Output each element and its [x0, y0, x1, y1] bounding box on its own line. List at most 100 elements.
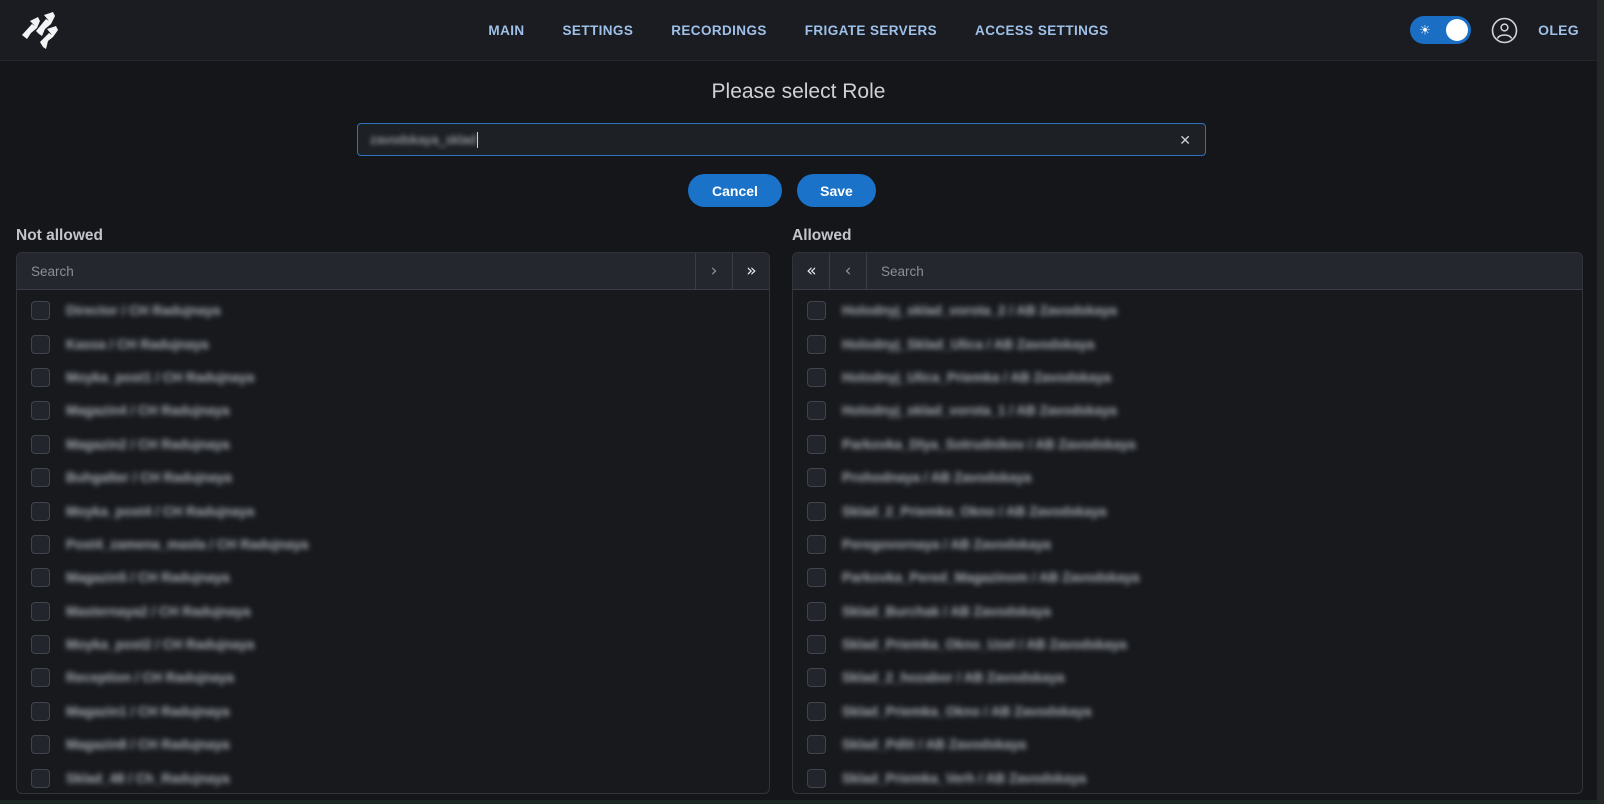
- list-item: Kassa / CH Radujnaya: [17, 327, 769, 360]
- list-item: Holodnyj_sklad_vorota_1 / AB Zavodskaya: [793, 394, 1582, 427]
- move-selected-right-icon[interactable]: ›: [695, 253, 732, 289]
- list-item: Masternaya2 / CH Radujnaya: [17, 595, 769, 628]
- item-checkbox[interactable]: [807, 735, 826, 754]
- item-label: Sklad_Priemka_Okno_Uzel / AB Zavodskaya: [842, 637, 1127, 652]
- move-selected-left-icon[interactable]: ‹: [830, 253, 867, 289]
- item-checkbox[interactable]: [807, 602, 826, 621]
- list-item: Sklad_2_hozabor / AB Zavodskaya: [793, 661, 1582, 694]
- item-checkbox[interactable]: [31, 335, 50, 354]
- item-checkbox[interactable]: [807, 702, 826, 721]
- item-checkbox[interactable]: [807, 435, 826, 454]
- list-item: Sklad_2_Priemka_Okno / AB Zavodskaya: [793, 494, 1582, 527]
- role-input[interactable]: zavodskaya_sklad ✕: [357, 123, 1206, 156]
- list-item: Post4_zamena_masla / CH Radujnaya: [17, 528, 769, 561]
- item-label: Sklad_Pdlit / AB Zavodskaya: [842, 737, 1026, 752]
- item-checkbox[interactable]: [31, 635, 50, 654]
- item-checkbox[interactable]: [31, 435, 50, 454]
- list-item: Sklad_48 / Ch_Radujnaya: [17, 761, 769, 794]
- list-item: Reception / CH Radujnaya: [17, 661, 769, 694]
- user-circle-icon[interactable]: [1491, 17, 1518, 44]
- list-item: Holodnyj_Sklad_Ulica / AB Zavodskaya: [793, 327, 1582, 360]
- sun-icon: ☀: [1419, 24, 1431, 37]
- item-checkbox[interactable]: [31, 301, 50, 320]
- item-label: Sklad_Priemka_Okno / AB Zavodskaya: [842, 704, 1091, 719]
- item-label: Magazin1 / CH Radujnaya: [66, 704, 230, 719]
- item-checkbox[interactable]: [807, 468, 826, 487]
- list-item: Parkovka_Pered_Magazinom / AB Zavodskaya: [793, 561, 1582, 594]
- cancel-button[interactable]: Cancel: [688, 174, 782, 207]
- item-checkbox[interactable]: [31, 401, 50, 420]
- item-label: Magazin2 / CH Radujnaya: [66, 437, 230, 452]
- nav-item-recordings[interactable]: RECORDINGS: [671, 23, 767, 38]
- item-checkbox[interactable]: [31, 468, 50, 487]
- item-label: Sklad_Burchak / AB Zavodskaya: [842, 604, 1051, 619]
- nav-item-main[interactable]: MAIN: [488, 23, 524, 38]
- move-all-left-icon[interactable]: «: [793, 253, 830, 289]
- nav-item-frigate-servers[interactable]: FRIGATE SERVERS: [805, 23, 937, 38]
- item-label: Moyka_post1 / CH Radujnaya: [66, 370, 254, 385]
- item-checkbox[interactable]: [31, 568, 50, 587]
- clear-input-icon[interactable]: ✕: [1177, 131, 1193, 149]
- item-checkbox[interactable]: [31, 735, 50, 754]
- item-checkbox[interactable]: [807, 668, 826, 687]
- item-checkbox[interactable]: [31, 769, 50, 788]
- nav-item-settings[interactable]: SETTINGS: [563, 23, 634, 38]
- item-checkbox[interactable]: [31, 702, 50, 721]
- toggle-knob: [1446, 19, 1468, 41]
- text-caret: [477, 132, 478, 148]
- item-checkbox[interactable]: [807, 769, 826, 788]
- list-item: Buhgalter / CH Radujnaya: [17, 461, 769, 494]
- item-checkbox[interactable]: [807, 635, 826, 654]
- item-label: Magazin5 / CH Radujnaya: [66, 570, 230, 585]
- item-checkbox[interactable]: [807, 502, 826, 521]
- item-label: Moyka_post4 / CH Radujnaya: [66, 504, 254, 519]
- item-checkbox[interactable]: [31, 368, 50, 387]
- item-checkbox[interactable]: [807, 401, 826, 420]
- item-checkbox[interactable]: [807, 535, 826, 554]
- list-item: Moyka_post1 / CH Radujnaya: [17, 361, 769, 394]
- item-checkbox[interactable]: [31, 535, 50, 554]
- horizontal-scrollbar[interactable]: [0, 800, 1597, 804]
- nav-item-access-settings[interactable]: ACCESS SETTINGS: [975, 23, 1109, 38]
- frigate-birds-logo[interactable]: [18, 8, 66, 52]
- item-label: Reception / CH Radujnaya: [66, 670, 234, 685]
- save-button[interactable]: Save: [797, 174, 876, 207]
- item-label: Sklad_2_hozabor / AB Zavodskaya: [842, 670, 1064, 685]
- list-item: Parkovka_Dlya_Sotrudnikov / AB Zavodskay…: [793, 428, 1582, 461]
- navbar-right: ☀ OLEG: [1410, 16, 1579, 44]
- list-item: Sklad_Priemka_Okno_Uzel / AB Zavodskaya: [793, 628, 1582, 661]
- vertical-scrollbar[interactable]: [1597, 0, 1604, 804]
- list-item: Magazin4 / CH Radujnaya: [17, 394, 769, 427]
- allowed-list: Holodnyj_sklad_vorota_2 / AB ZavodskayaH…: [793, 290, 1582, 794]
- not-allowed-search-input[interactable]: [17, 253, 695, 289]
- username-label[interactable]: OLEG: [1538, 22, 1579, 38]
- list-item: Prohodnaya / AB Zavodskaya: [793, 461, 1582, 494]
- item-checkbox[interactable]: [31, 502, 50, 521]
- list-item: Peregovornaya / AB Zavodskaya: [793, 528, 1582, 561]
- list-item: Magazin5 / CH Radujnaya: [17, 561, 769, 594]
- item-label: Buhgalter / CH Radujnaya: [66, 470, 232, 485]
- theme-toggle[interactable]: ☀: [1410, 16, 1471, 44]
- item-checkbox[interactable]: [31, 602, 50, 621]
- item-label: Moyka_post2 / CH Radujnaya: [66, 637, 254, 652]
- main-nav-menu: MAIN SETTINGS RECORDINGS FRIGATE SERVERS…: [488, 23, 1108, 38]
- list-item: Magazin8 / CH Radujnaya: [17, 728, 769, 761]
- list-item: Moyka_post4 / CH Radujnaya: [17, 494, 769, 527]
- item-checkbox[interactable]: [807, 368, 826, 387]
- item-label: Magazin4 / CH Radujnaya: [66, 403, 230, 418]
- not-allowed-panel: › » Director / CH RadujnayaKassa / CH Ra…: [16, 252, 770, 794]
- not-allowed-title: Not allowed: [16, 227, 103, 245]
- allowed-search-input[interactable]: [867, 253, 1582, 289]
- item-label: Holodnyj_sklad_vorota_1 / AB Zavodskaya: [842, 403, 1117, 418]
- allowed-title: Allowed: [792, 227, 851, 245]
- item-label: Kassa / CH Radujnaya: [66, 337, 209, 352]
- item-checkbox[interactable]: [807, 335, 826, 354]
- move-all-right-icon[interactable]: »: [732, 253, 769, 289]
- item-checkbox[interactable]: [807, 568, 826, 587]
- item-checkbox[interactable]: [807, 301, 826, 320]
- item-checkbox[interactable]: [31, 668, 50, 687]
- item-label: Sklad_48 / Ch_Radujnaya: [66, 771, 230, 786]
- item-label: Magazin8 / CH Radujnaya: [66, 737, 230, 752]
- allowed-header: « ‹: [793, 253, 1582, 290]
- page-title: Please select Role: [0, 80, 1597, 104]
